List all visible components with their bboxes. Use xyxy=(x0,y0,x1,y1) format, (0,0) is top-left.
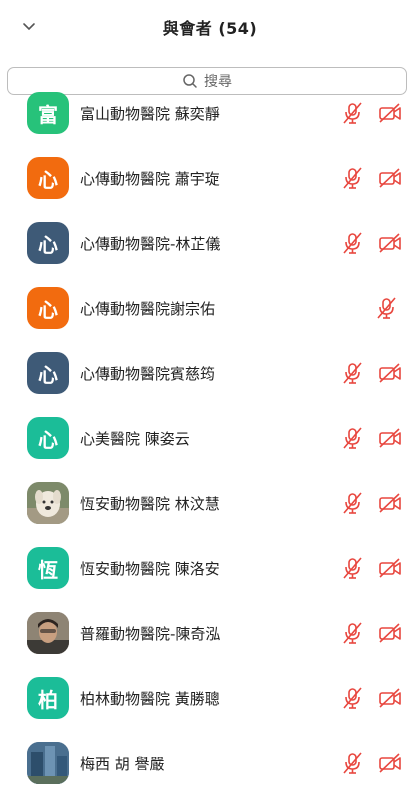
mic-muted-icon[interactable] xyxy=(340,165,366,191)
participant-name: 心美醫院 陳姿云 xyxy=(80,430,190,448)
mic-muted-icon[interactable] xyxy=(340,685,366,711)
mic-muted-icon[interactable] xyxy=(340,360,366,386)
search-placeholder: 搜尋 xyxy=(204,74,232,90)
mic-muted-icon[interactable] xyxy=(340,230,366,256)
avatar-initial: 心 xyxy=(38,362,58,387)
avatar: 心 xyxy=(27,222,69,264)
mic-muted-icon[interactable] xyxy=(374,295,400,321)
avatar-initial: 柏 xyxy=(38,687,58,712)
search-icon xyxy=(183,74,197,88)
participant-row[interactable]: 心 心美醫院 陳姿云 xyxy=(0,417,420,477)
mic-muted-icon[interactable] xyxy=(340,490,366,516)
avatar: 心 xyxy=(27,352,69,394)
participants-header: 與會者 (54) xyxy=(0,0,420,58)
participant-name: 心傳動物醫院謝宗佑 xyxy=(80,300,216,318)
avatar: 心 xyxy=(27,417,69,459)
participant-name: 普羅動物醫院-陳奇泓 xyxy=(80,625,221,643)
participant-row[interactable]: 普羅動物醫院-陳奇泓 xyxy=(0,612,420,672)
video-off-icon[interactable] xyxy=(377,425,403,451)
participant-row[interactable]: 心 心傳動物醫院謝宗佑 xyxy=(0,287,420,347)
video-off-icon[interactable] xyxy=(377,100,403,126)
avatar-initial: 恆 xyxy=(38,557,58,582)
avatar-initial: 心 xyxy=(38,167,58,192)
participant-name: 富山動物醫院 蘇奕靜 xyxy=(80,105,220,123)
participant-name: 柏林動物醫院 黃勝聰 xyxy=(80,690,220,708)
video-off-icon[interactable] xyxy=(377,165,403,191)
avatar xyxy=(27,612,69,654)
participant-row[interactable]: 梅西 胡 譽嚴 xyxy=(0,742,420,802)
participant-name: 心傳動物醫院 蕭宇琁 xyxy=(80,170,220,188)
avatar-initial: 富 xyxy=(38,102,58,127)
panel-title: 與會者 (54) xyxy=(162,19,258,38)
mic-muted-icon[interactable] xyxy=(340,555,366,581)
avatar: 心 xyxy=(27,287,69,329)
search-input[interactable]: 搜尋 xyxy=(7,67,407,95)
mic-muted-icon[interactable] xyxy=(340,100,366,126)
participant-row[interactable]: 富 富山動物醫院 蘇奕靜 xyxy=(0,92,420,152)
video-off-icon[interactable] xyxy=(377,490,403,516)
video-off-icon[interactable] xyxy=(377,230,403,256)
avatar-initial: 心 xyxy=(38,427,58,452)
participant-name: 梅西 胡 譽嚴 xyxy=(80,755,165,773)
video-off-icon[interactable] xyxy=(377,360,403,386)
participant-row[interactable]: 心 心傳動物醫院-林芷儀 xyxy=(0,222,420,282)
avatar xyxy=(27,742,69,784)
avatar: 恆 xyxy=(27,547,69,589)
video-off-icon[interactable] xyxy=(377,620,403,646)
participant-name: 心傳動物醫院賓慈筠 xyxy=(80,365,216,383)
mic-muted-icon[interactable] xyxy=(340,750,366,776)
mic-muted-icon[interactable] xyxy=(340,620,366,646)
participant-row[interactable]: 恆安動物醫院 林汶慧 xyxy=(0,482,420,542)
avatar: 柏 xyxy=(27,677,69,719)
participant-row[interactable]: 柏 柏林動物醫院 黃勝聰 xyxy=(0,677,420,737)
video-off-icon[interactable] xyxy=(377,685,403,711)
avatar: 心 xyxy=(27,157,69,199)
participant-name: 心傳動物醫院-林芷儀 xyxy=(80,235,221,253)
avatar-initial: 心 xyxy=(38,297,58,322)
avatar-initial: 心 xyxy=(38,232,58,257)
participant-row[interactable]: 心 心傳動物醫院 蕭宇琁 xyxy=(0,157,420,217)
participant-row[interactable]: 恆 恆安動物醫院 陳洛安 xyxy=(0,547,420,607)
participant-name: 恆安動物醫院 陳洛安 xyxy=(80,560,220,578)
video-off-icon[interactable] xyxy=(377,750,403,776)
participant-name: 恆安動物醫院 林汶慧 xyxy=(80,495,220,513)
avatar xyxy=(27,482,69,524)
participant-row[interactable]: 心 心傳動物醫院賓慈筠 xyxy=(0,352,420,412)
video-off-icon[interactable] xyxy=(377,555,403,581)
avatar: 富 xyxy=(27,92,69,134)
mic-muted-icon[interactable] xyxy=(340,425,366,451)
